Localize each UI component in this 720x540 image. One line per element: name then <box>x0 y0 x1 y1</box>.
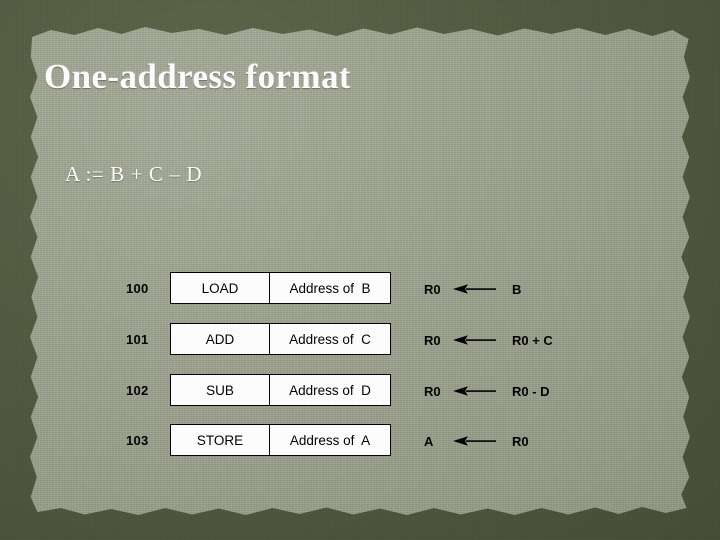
instruction-box: ADD Address of C <box>170 323 391 355</box>
operand-cell: Address of A <box>269 425 390 455</box>
instruction-box: STORE Address of A <box>170 424 391 456</box>
row-address: 103 <box>126 433 149 448</box>
instruction-box: SUB Address of D <box>170 374 391 406</box>
row-address: 100 <box>126 281 149 296</box>
instruction-box: LOAD Address of B <box>170 272 391 304</box>
page-title: One-address format <box>44 57 351 96</box>
opcode-cell: SUB <box>206 382 234 398</box>
row-address: 102 <box>126 383 149 398</box>
operand-cell: Address of C <box>269 324 390 354</box>
opcode-cell: ADD <box>205 331 235 347</box>
opcode-cell: LOAD <box>201 280 239 296</box>
micro-operation: R0 B <box>424 272 654 306</box>
left-arrow-icon <box>453 334 501 346</box>
micro-source: R0 <box>512 433 529 449</box>
micro-destination: A <box>424 433 434 449</box>
micro-source: R0 - D <box>512 383 550 399</box>
micro-source: B <box>512 281 522 297</box>
left-arrow-icon <box>453 385 501 397</box>
micro-source: R0 + C <box>512 332 553 348</box>
left-arrow-icon <box>453 283 501 295</box>
micro-destination: R0 <box>424 332 441 348</box>
micro-operation: A R0 <box>424 424 654 458</box>
expression-statement: A := B + C – D <box>65 162 203 186</box>
micro-operation: R0 R0 + C <box>424 323 654 357</box>
left-arrow-icon <box>453 435 501 447</box>
micro-destination: R0 <box>424 281 441 297</box>
opcode-cell: STORE <box>196 432 244 448</box>
operand-cell: Address of D <box>269 375 390 405</box>
micro-destination: R0 <box>424 383 441 399</box>
operand-cell: Address of B <box>269 273 390 303</box>
slide-canvas: One-address format A := B + C – D 100 LO… <box>0 0 720 540</box>
micro-operation: R0 R0 - D <box>424 374 654 408</box>
row-address: 101 <box>126 332 149 347</box>
